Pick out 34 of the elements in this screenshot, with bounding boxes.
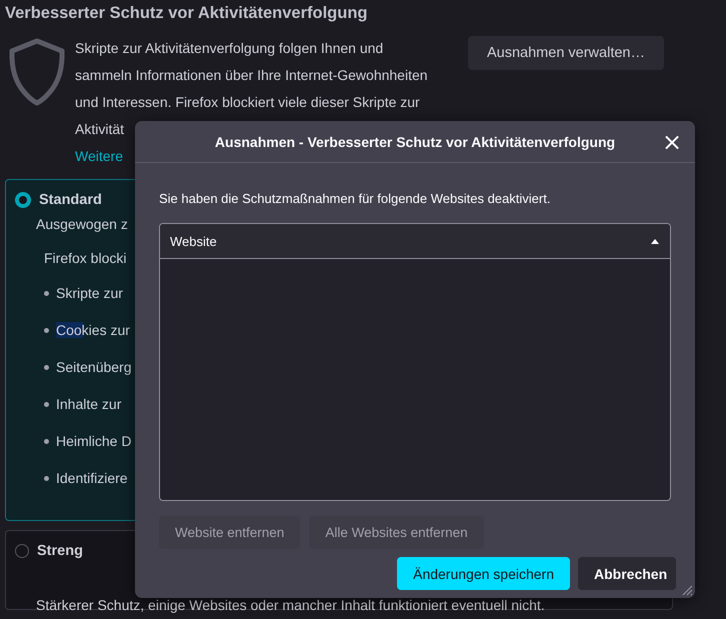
close-button[interactable]: × <box>659 129 685 155</box>
list-item: Seitenüberg <box>56 359 132 375</box>
bullet-icon <box>44 328 49 332</box>
save-button[interactable]: Änderungen speichern <box>397 557 570 590</box>
option-summary: Stärkerer Schutz, einige Websites oder mancher Inhalt funktioniert eventuell nicht. <box>36 597 546 613</box>
details-intro: Firefox blocki <box>44 250 128 266</box>
description-line: Aktivität <box>75 120 124 139</box>
bullet-icon <box>44 290 49 296</box>
bullet-icon <box>44 402 49 406</box>
section-title: Verbesserter Schutz vor Aktivitätenverfolgung <box>5 3 368 24</box>
list-item: Heimliche D <box>56 433 132 449</box>
option-label: Standard <box>39 192 102 208</box>
option-summary: Ausgewogen z <box>36 216 129 232</box>
manage-exceptions-button[interactable]: Ausnahmen verwalten… <box>468 36 664 70</box>
column-header[interactable]: Website <box>160 224 670 259</box>
cancel-button[interactable]: Abbrechen <box>578 557 676 590</box>
radio-button[interactable] <box>15 544 29 558</box>
description-line: und Interessen. Firefox blockiert viele dieser Skripte zur <box>75 93 420 112</box>
bullet-icon <box>44 364 49 370</box>
list-item: Cookies zur <box>56 322 130 338</box>
dialog-title: Ausnahmen - Verbesserter Schutz vor Aktivitätenverfolgung <box>214 134 616 150</box>
bullet-icon <box>44 476 49 480</box>
dialog-description: Sie haben die Schutzmaßnahmen für folgende Websites deaktiviert. <box>159 191 552 206</box>
description-line: Skripte zur Aktivitätenverfolgung folgen Ihnen und <box>75 39 384 58</box>
list-item: Inhalte zur <box>56 396 122 412</box>
list-item: Identifiziere <box>56 470 128 486</box>
description-line: sammeln Informationen über Ihre Internet-Gewohnheiten <box>75 66 428 85</box>
bullet-icon <box>44 438 49 444</box>
option-label: Streng <box>37 543 83 559</box>
resize-grip-icon[interactable] <box>681 584 693 596</box>
radio-button[interactable] <box>15 192 31 208</box>
learn-more-link[interactable]: Weitere <box>75 143 123 170</box>
list-item: Skripte zur <box>56 285 123 301</box>
shield-icon <box>7 38 67 106</box>
